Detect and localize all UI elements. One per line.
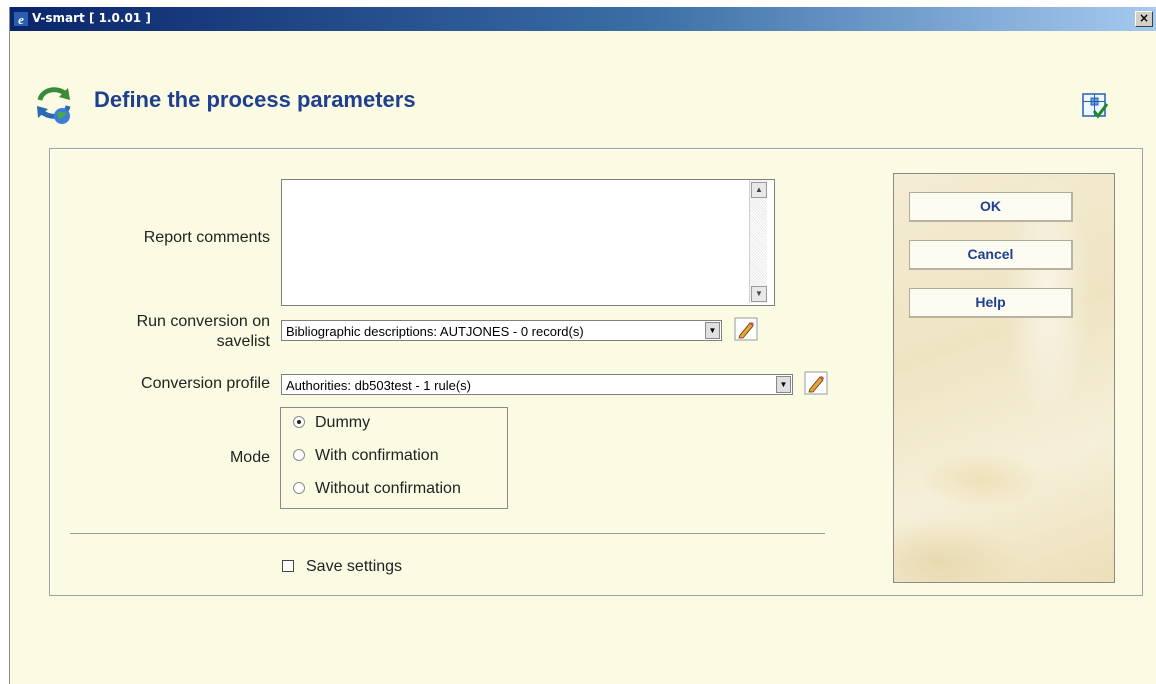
wizard-checklist-icon[interactable] [1080, 91, 1110, 121]
mode-option-dummy[interactable]: Dummy [293, 412, 370, 434]
form-panel: Report comments ▲ ▼ Run conversion on sa… [49, 148, 1143, 596]
page-title: Define the process parameters [94, 87, 416, 112]
savelist-label-line1: Run conversion on [136, 313, 270, 330]
app-window: e V-smart [ 1.0.01 ] × Define the proces… [9, 7, 1156, 684]
savelist-select-value: Bibliographic descriptions: AUTJONES - 0… [286, 324, 584, 339]
mode-option-without-confirmation[interactable]: Without confirmation [293, 478, 461, 500]
mode-option-with-confirmation[interactable]: With confirmation [293, 445, 439, 467]
svg-text:e: e [18, 12, 24, 27]
report-comments-label: Report comments [143, 229, 270, 246]
cancel-button[interactable]: Cancel [909, 240, 1073, 270]
ok-button[interactable]: OK [909, 192, 1073, 222]
radio-unchecked-icon[interactable] [293, 449, 305, 461]
edit-profile-pencil-icon[interactable] [804, 371, 828, 395]
chevron-down-icon[interactable]: ▼ [705, 322, 720, 339]
radio-checked-icon[interactable] [293, 416, 305, 428]
mode-label: Mode [229, 449, 270, 466]
edit-savelist-pencil-icon[interactable] [734, 317, 758, 341]
close-button[interactable]: × [1135, 11, 1153, 27]
checkbox-unchecked-icon[interactable] [282, 560, 294, 572]
ie-icon: e [14, 12, 28, 27]
divider [70, 533, 825, 534]
radio-unchecked-icon[interactable] [293, 482, 305, 494]
mode-radio-group: Dummy With confirmation Without confirma… [280, 407, 508, 509]
mode-option-label: Without confirmation [315, 480, 461, 497]
save-settings-checkbox[interactable]: Save settings [282, 558, 402, 576]
window-title: V-smart [ 1.0.01 ] [32, 11, 151, 25]
save-settings-label: Save settings [306, 558, 403, 575]
savelist-select[interactable]: Bibliographic descriptions: AUTJONES - 0… [281, 320, 722, 341]
help-button[interactable]: Help [909, 288, 1073, 318]
savelist-label-line2: savelist [216, 333, 270, 350]
title-bar: e V-smart [ 1.0.01 ] × [10, 7, 1156, 31]
scroll-up-button[interactable]: ▲ [751, 182, 767, 198]
conversion-process-icon [37, 87, 71, 124]
report-comments-scrollbar[interactable] [749, 180, 767, 303]
mode-option-label: With confirmation [315, 447, 439, 464]
profile-select[interactable]: Authorities: db503test - 1 rule(s) ▼ [281, 374, 793, 395]
button-panel: OK Cancel Help [893, 173, 1115, 583]
report-comments-input[interactable] [281, 179, 775, 306]
chevron-down-icon[interactable]: ▼ [776, 376, 791, 393]
scroll-down-button[interactable]: ▼ [751, 286, 767, 302]
profile-select-value: Authorities: db503test - 1 rule(s) [286, 378, 471, 393]
profile-label: Conversion profile [141, 375, 270, 392]
mode-option-label: Dummy [315, 414, 371, 431]
